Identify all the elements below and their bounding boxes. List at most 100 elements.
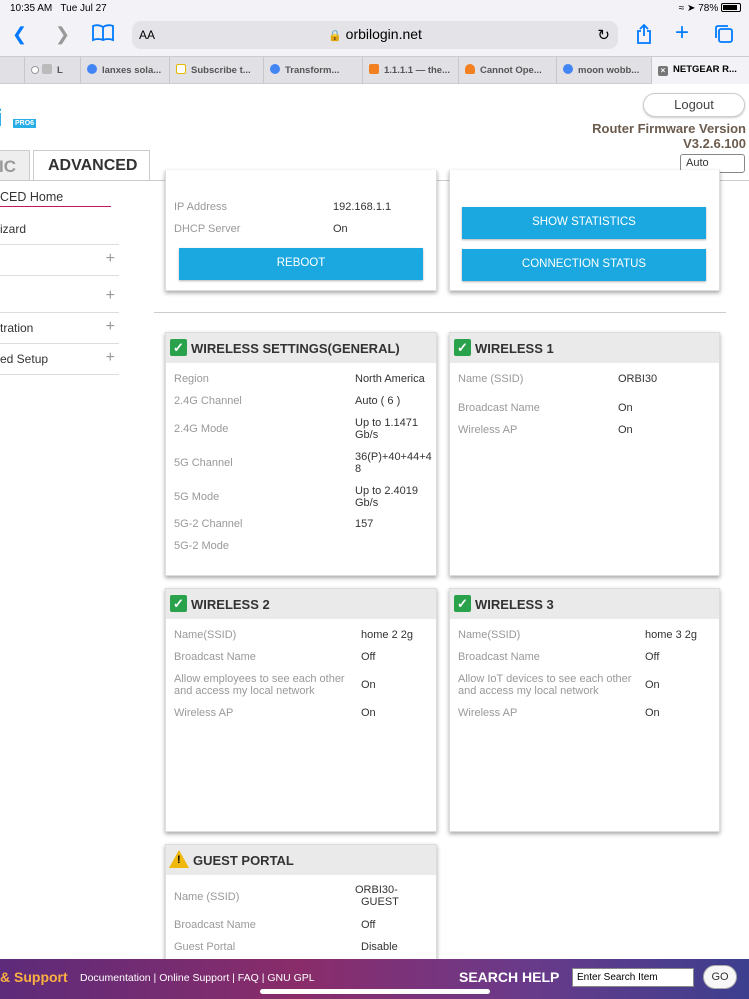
ssid-value: ORBI30-GUEST xyxy=(355,884,399,908)
close-tab-icon[interactable]: × xyxy=(658,66,668,76)
bookmarks-icon[interactable] xyxy=(92,24,114,47)
firmware-version: V3.2.6.100 xyxy=(683,136,746,151)
ssid-value: home 2 2g xyxy=(361,629,413,641)
clock: 10:35 AM xyxy=(10,3,53,14)
tab-label: 1.1.1.1 — the... xyxy=(384,65,450,76)
google-favicon xyxy=(563,64,573,74)
wireless-ap-value: On xyxy=(618,424,633,436)
page-favicon xyxy=(42,64,52,74)
search-input[interactable]: Enter Search Item xyxy=(572,968,694,987)
tab-label: L xyxy=(57,65,63,76)
url-display[interactable]: 🔒 orbilogin.net xyxy=(132,26,618,42)
tab-label: Subscribe t... xyxy=(191,65,251,76)
reboot-button[interactable]: REBOOT xyxy=(179,248,423,280)
google-favicon xyxy=(31,66,39,74)
battery-icon xyxy=(721,3,741,12)
expand-icon[interactable]: + xyxy=(106,250,115,268)
panel-header: ✓ WIRELESS SETTINGS(GENERAL) xyxy=(166,333,436,363)
allow-iot-value: On xyxy=(645,679,660,691)
browser-tab-active[interactable]: × NETGEAR R... xyxy=(651,57,749,84)
dhcp-server-label: DHCP Server xyxy=(174,223,241,235)
allow-iot-label: Allow IoT devices to see each other and … xyxy=(458,673,632,697)
check-icon: ✓ xyxy=(454,595,471,612)
date: Tue Jul 27 xyxy=(60,3,107,14)
sidebar-item-advanced-home[interactable]: CED Home xyxy=(0,185,111,207)
back-icon[interactable]: ❮ xyxy=(12,24,27,45)
browser-tab[interactable]: Cannot Ope... xyxy=(458,57,556,84)
wireless3-panel: ✓ WIRELESS 3 Name(SSID) home 3 2g Broadca… xyxy=(449,588,720,832)
channel-24-label: 2.4G Channel xyxy=(174,395,242,407)
panel-title: WIRELESS 1 xyxy=(475,341,554,356)
ssid-value: ORBI30 xyxy=(618,373,658,385)
sidebar-item-collapsed[interactable]: + xyxy=(0,282,119,313)
mode-5g-value: Up to 2.4019 Gb/s xyxy=(355,485,418,509)
channel-5g2-value: 157 xyxy=(355,518,374,530)
sidebar-item-collapsed[interactable]: + xyxy=(0,245,119,276)
panel-header: ✓ WIRELESS 1 xyxy=(450,333,719,363)
broadcast-name-label: Broadcast Name xyxy=(458,402,540,414)
share-icon[interactable] xyxy=(636,23,652,49)
sidebar-item-label: tration xyxy=(0,321,34,335)
gnu-gpl-link[interactable]: GNU GPL xyxy=(267,972,314,984)
tab-close-partial[interactable] xyxy=(0,57,14,84)
sidebar-item-administration[interactable]: tration + xyxy=(0,313,119,344)
go-button[interactable]: GO xyxy=(703,965,737,989)
browser-tab[interactable]: Transform... xyxy=(263,57,362,84)
tab-basic[interactable]: IC xyxy=(0,150,30,181)
broadcast-name-value: Off xyxy=(645,651,660,663)
sidebar-item-advanced-setup[interactable]: ed Setup + xyxy=(0,344,119,375)
google-favicon xyxy=(270,64,280,74)
browser-tab[interactable]: 1.1.1.1 — the... xyxy=(362,57,458,84)
reload-icon[interactable]: ↻ xyxy=(597,26,610,44)
ip-address-label: IP Address xyxy=(174,201,227,213)
logout-button[interactable]: Logout xyxy=(643,93,745,117)
documentation-link[interactable]: Documentation xyxy=(80,972,151,984)
logo-text: i xyxy=(0,105,3,133)
broadcast-name-value: Off xyxy=(361,919,376,931)
online-support-link[interactable]: Online Support xyxy=(159,972,229,984)
tab-label: lanxes sola... xyxy=(102,65,162,76)
wireless-ap-label: Wireless AP xyxy=(458,424,518,436)
expand-icon[interactable]: + xyxy=(106,318,115,336)
tab-advanced[interactable]: ADVANCED xyxy=(33,150,150,181)
browser-tab[interactable]: L xyxy=(24,57,80,84)
wifi-icon: ≈ xyxy=(678,3,685,14)
search-help-label: SEARCH HELP xyxy=(459,969,560,985)
mode-5g2-label: 5G-2 Mode xyxy=(174,540,230,552)
orbi-logo: i PRO6 xyxy=(0,105,40,135)
channel-24-value: Auto ( 6 ) xyxy=(355,395,401,407)
address-bar[interactable]: AA 🔒 orbilogin.net ↻ xyxy=(132,21,618,49)
browser-tab[interactable]: lanxes sola... xyxy=(80,57,169,84)
browser-tab[interactable]: moon wobb... xyxy=(556,57,651,84)
url-text: orbilogin.net xyxy=(345,26,422,42)
ssid-label: Name(SSID) xyxy=(174,629,237,641)
browser-tab[interactable]: Subscribe t... xyxy=(169,57,263,84)
forward-icon[interactable]: ❯ xyxy=(55,24,70,45)
support-heading: & Support xyxy=(0,969,68,985)
tabs-overview-icon[interactable] xyxy=(714,24,734,49)
mode-5g-label: 5G Mode xyxy=(174,491,220,503)
show-statistics-button[interactable]: SHOW STATISTICS xyxy=(462,207,706,239)
wireless2-panel: ✓ WIRELESS 2 Name(SSID) home 2 2g Broadca… xyxy=(165,588,437,832)
tab-label: Transform... xyxy=(285,65,340,76)
guest-portal-value: Disable xyxy=(361,941,398,953)
broadcast-name-label: Broadcast Name xyxy=(174,651,256,663)
channel-5g2-label: 5G-2 Channel xyxy=(174,518,243,530)
expand-icon[interactable]: + xyxy=(106,287,115,305)
broadcast-name-value: Off xyxy=(361,651,376,663)
guest-portal-label: Guest Portal xyxy=(174,941,236,953)
sidebar-item-setup-wizard[interactable]: izard xyxy=(0,214,119,245)
panel-header: ! GUEST PORTAL xyxy=(166,845,436,875)
footer-links: Documentation | Online Support | FAQ | G… xyxy=(80,972,315,984)
location-icon: ➤ xyxy=(687,3,696,14)
panel-title: WIRELESS SETTINGS(GENERAL) xyxy=(191,341,400,356)
panel-header: ✓ WIRELESS 3 xyxy=(450,589,719,619)
ip-address-value: 192.168.1.1 xyxy=(333,201,392,213)
new-tab-icon[interactable]: + xyxy=(675,19,689,47)
status-time: 10:35 AM Tue Jul 27 xyxy=(10,3,107,14)
allow-employees-value: On xyxy=(361,679,376,691)
expand-icon[interactable]: + xyxy=(106,349,115,367)
faq-link[interactable]: FAQ xyxy=(238,972,259,984)
wireless-ap-value: On xyxy=(361,707,376,719)
connection-status-button[interactable]: CONNECTION STATUS xyxy=(462,249,706,281)
